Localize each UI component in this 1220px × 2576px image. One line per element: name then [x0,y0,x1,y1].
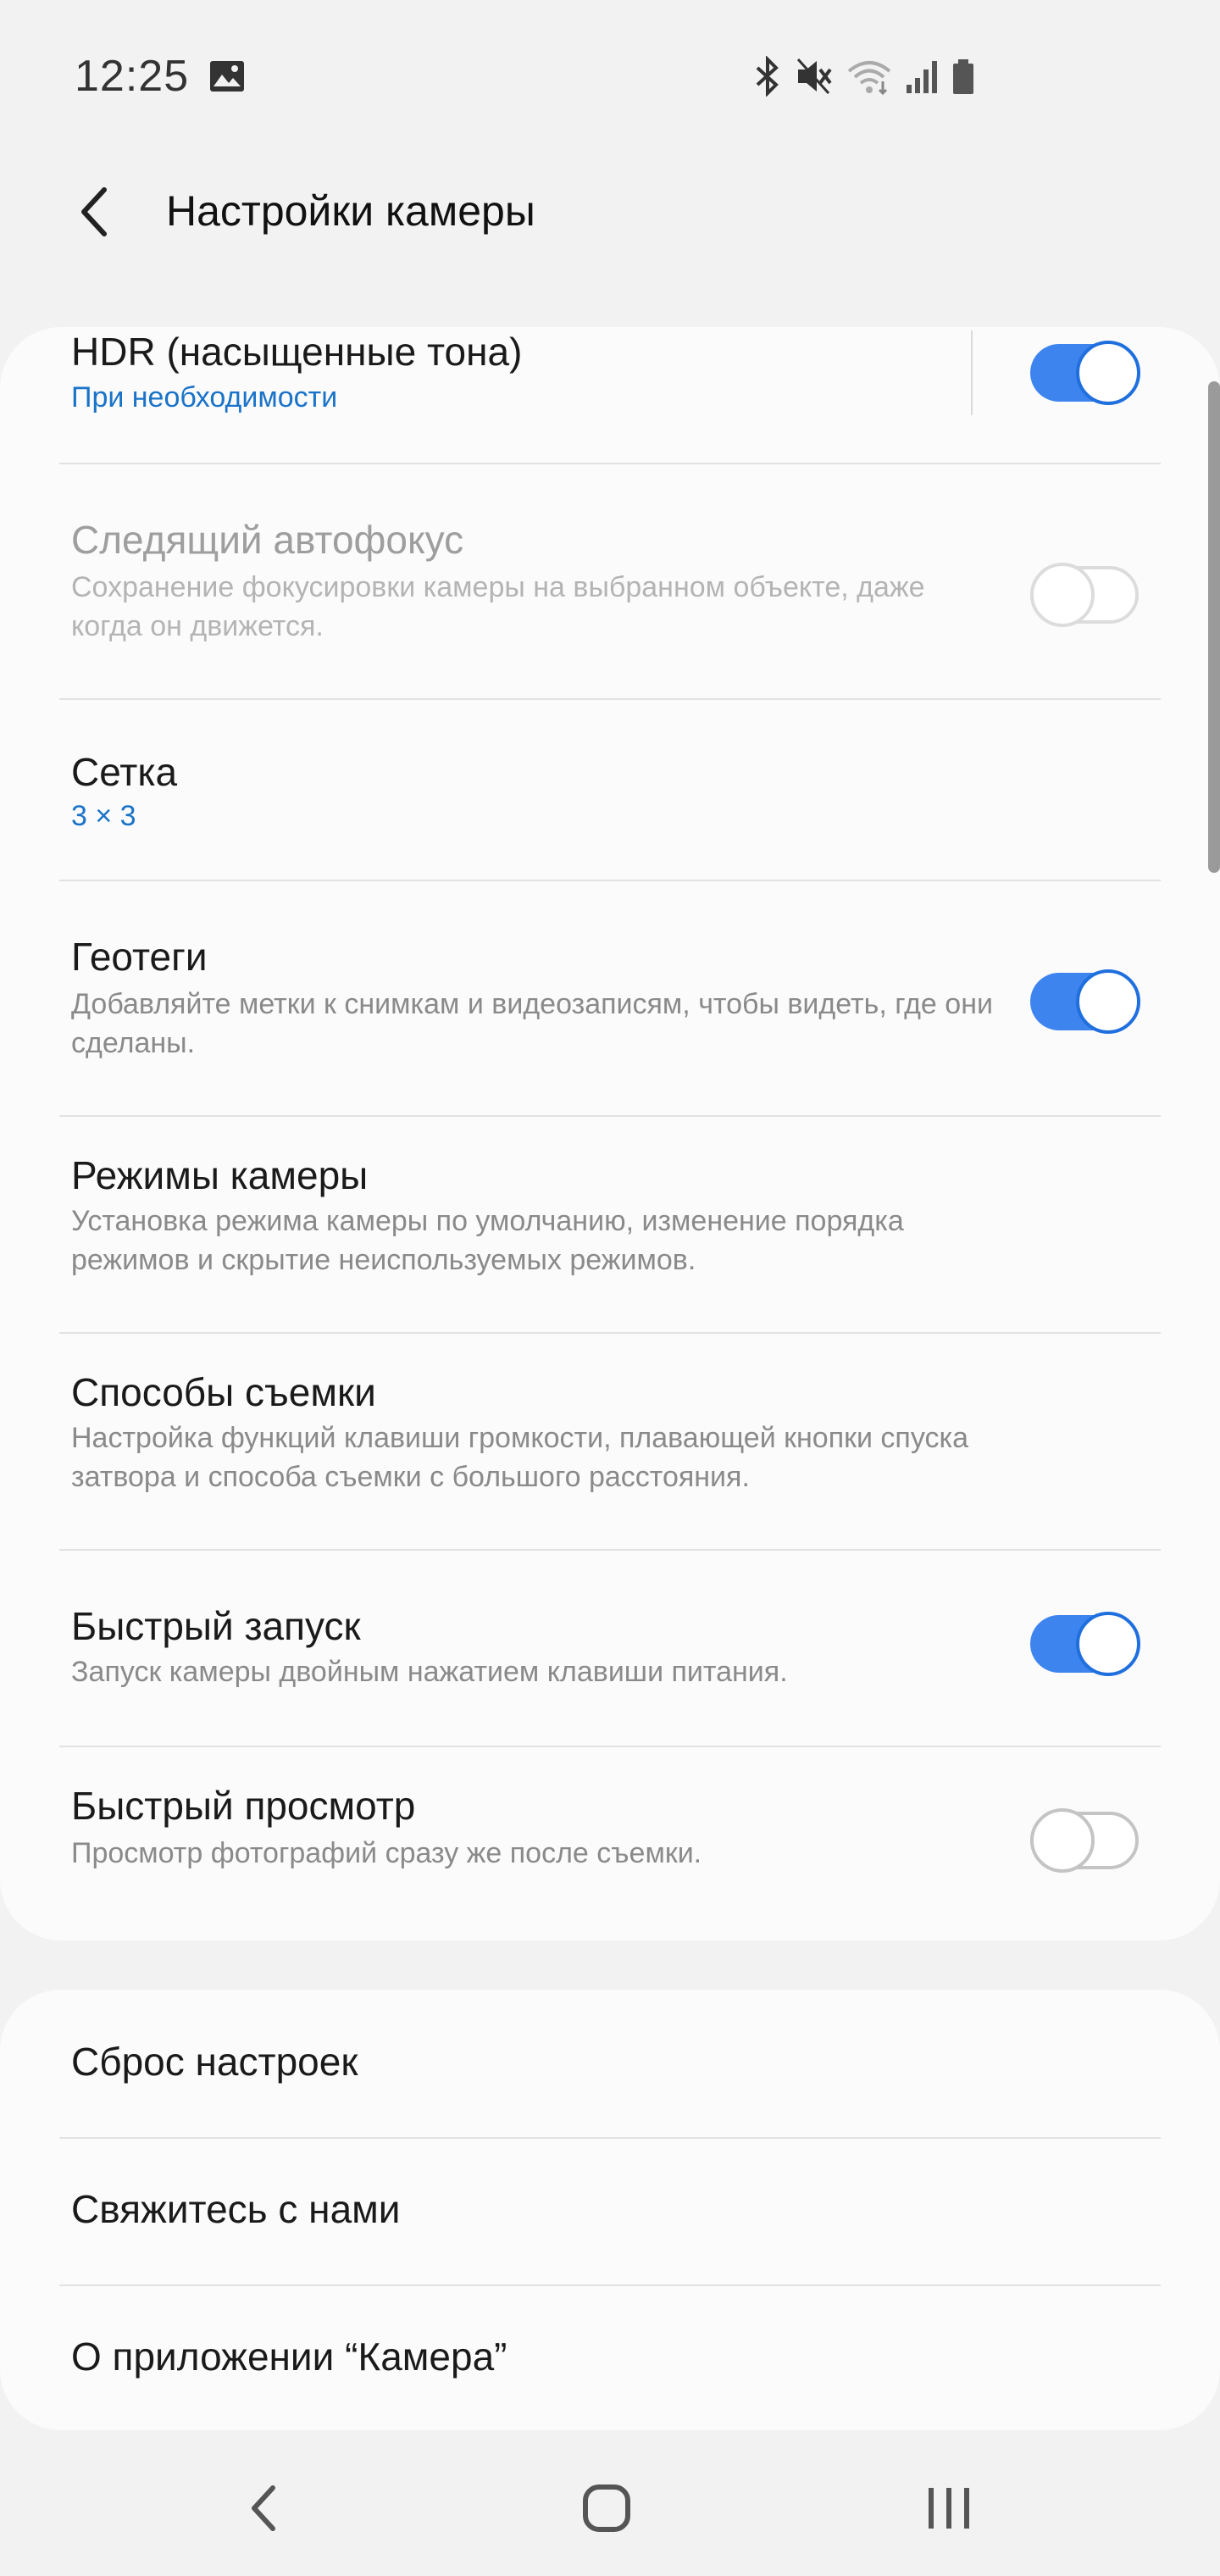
setting-grid[interactable]: Сетка 3 × 3 [0,700,1220,880]
geotags-toggle[interactable] [1030,969,1140,1034]
setting-subtitle: Установка режима камеры по умолчанию, из… [71,1205,904,1276]
scrollbar[interactable] [1208,381,1220,873]
nav-back-button[interactable] [214,2466,315,2551]
setting-camera-modes[interactable]: Режимы камеры Установка режима камеры по… [0,1117,1220,1332]
app-bar: Настройки камеры [0,161,1220,263]
wifi-icon [847,61,891,96]
reset-settings-item[interactable]: Сброс настроек [0,1990,1220,2137]
back-nav-icon [252,2485,275,2531]
quick-launch-toggle[interactable] [1030,1612,1140,1676]
setting-quick-review[interactable]: Быстрый просмотр Просмотр фотографий сра… [0,1747,1220,1940]
setting-subtitle: Добавляйте метки к снимкам и видеозапися… [71,988,993,1059]
setting-subtitle: Запуск камеры двойным нажатием клавиши п… [71,1656,788,1688]
setting-subtitle: При необходимости [71,381,338,414]
contact-us-item[interactable]: Свяжитесь с нами [0,2139,1220,2285]
tracking-autofocus-toggle[interactable] [1030,563,1140,627]
setting-title: Режимы камеры [71,1153,369,1197]
item-label: О приложении “Камера” [71,2334,507,2379]
setting-title: HDR (насыщенные тона) [71,330,523,374]
signal-icon [907,61,937,93]
bluetooth-icon [756,56,779,97]
setting-subtitle: Просмотр фотографий сразу же после съемк… [71,1837,702,1869]
settings-card: HDR (насыщенные тона) При необходимости … [0,327,1220,1940]
setting-shooting-methods[interactable]: Способы съемки Настройка функций клавиши… [0,1334,1220,1549]
setting-geotags[interactable]: Геотеги Добавляйте метки к снимкам и вид… [0,881,1220,1115]
setting-title: Сетка [71,750,178,794]
setting-hdr[interactable]: HDR (насыщенные тона) При необходимости [0,327,1220,463]
recents-nav-icon [929,2488,969,2529]
setting-subtitle: 3 × 3 [71,800,136,832]
gallery-icon [210,61,244,92]
setting-subtitle: Настройка функций клавиши громкости, пла… [71,1422,968,1493]
vertical-separator [971,330,973,415]
item-label: Свяжитесь с нами [71,2187,401,2231]
setting-title: Быстрый запуск [71,1604,361,1648]
setting-title: Следящий автофокус [71,518,464,562]
about-camera-item[interactable]: О приложении “Камера” [0,2286,1220,2430]
status-time: 12:25 [75,52,190,101]
setting-title: Геотеги [71,935,208,979]
mute-icon [796,58,832,95]
setting-tracking-autofocus[interactable]: Следящий автофокус Сохранение фокусировк… [0,464,1220,698]
extra-card: Сброс настроек Свяжитесь с нами О прилож… [0,1990,1220,2430]
hdr-toggle[interactable] [1030,341,1140,405]
setting-title: Способы съемки [71,1370,376,1414]
page-title: Настройки камеры [166,187,535,235]
status-bar: 12:25 [0,0,1220,153]
quick-review-toggle[interactable] [1030,1808,1140,1873]
nav-home-button[interactable] [556,2466,657,2551]
back-button[interactable] [64,178,124,246]
setting-title: Быстрый просмотр [71,1784,416,1828]
chevron-left-icon [81,187,107,236]
setting-subtitle: Сохранение фокусировки камеры на выбранн… [71,571,925,642]
setting-quick-launch[interactable]: Быстрый запуск Запуск камеры двойным наж… [0,1551,1220,1746]
battery-icon [953,59,973,94]
item-label: Сброс настроек [71,2040,358,2084]
navigation-bar [0,2440,1220,2576]
nav-recents-button[interactable] [898,2466,1000,2551]
home-nav-icon [583,2484,630,2532]
